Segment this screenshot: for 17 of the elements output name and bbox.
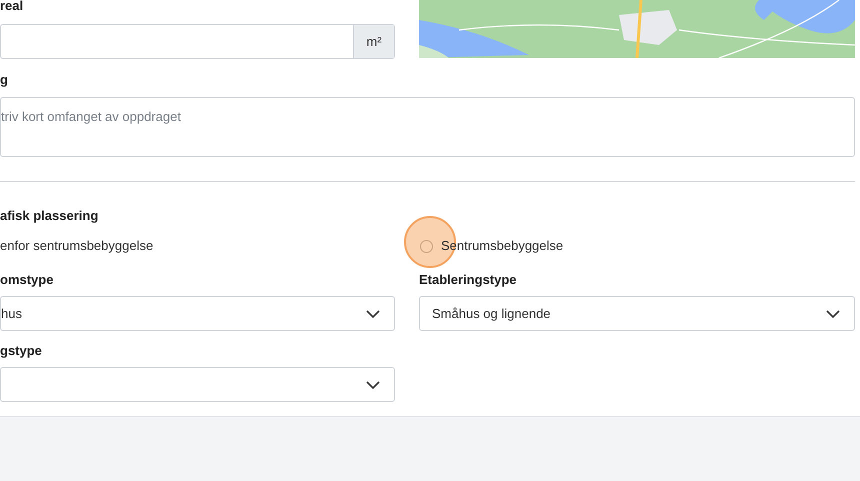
field-label: omstype [0, 272, 54, 288]
dropdown-field[interactable] [0, 367, 395, 402]
field-label: g [0, 72, 9, 88]
field-label: Etableringstype [419, 272, 518, 288]
area-input[interactable]: m² [0, 24, 395, 59]
radio-label[interactable]: enfor sentrumsbebyggelse [0, 238, 154, 253]
field-label: afisk plassering [0, 208, 100, 224]
field-label: real [0, 0, 24, 15]
chevron-down-icon [366, 310, 380, 318]
radio-button[interactable] [420, 240, 433, 252]
chevron-down-icon [366, 380, 380, 388]
field-label: gstype [0, 343, 43, 359]
unit-addon: m² [353, 25, 394, 58]
dropdown-field[interactable]: Småhus og lignende [419, 296, 855, 331]
dropdown-field[interactable]: hus [0, 296, 395, 331]
description-field[interactable]: triv kort omfanget av oppdraget [0, 97, 855, 157]
chevron-down-icon [826, 310, 840, 318]
